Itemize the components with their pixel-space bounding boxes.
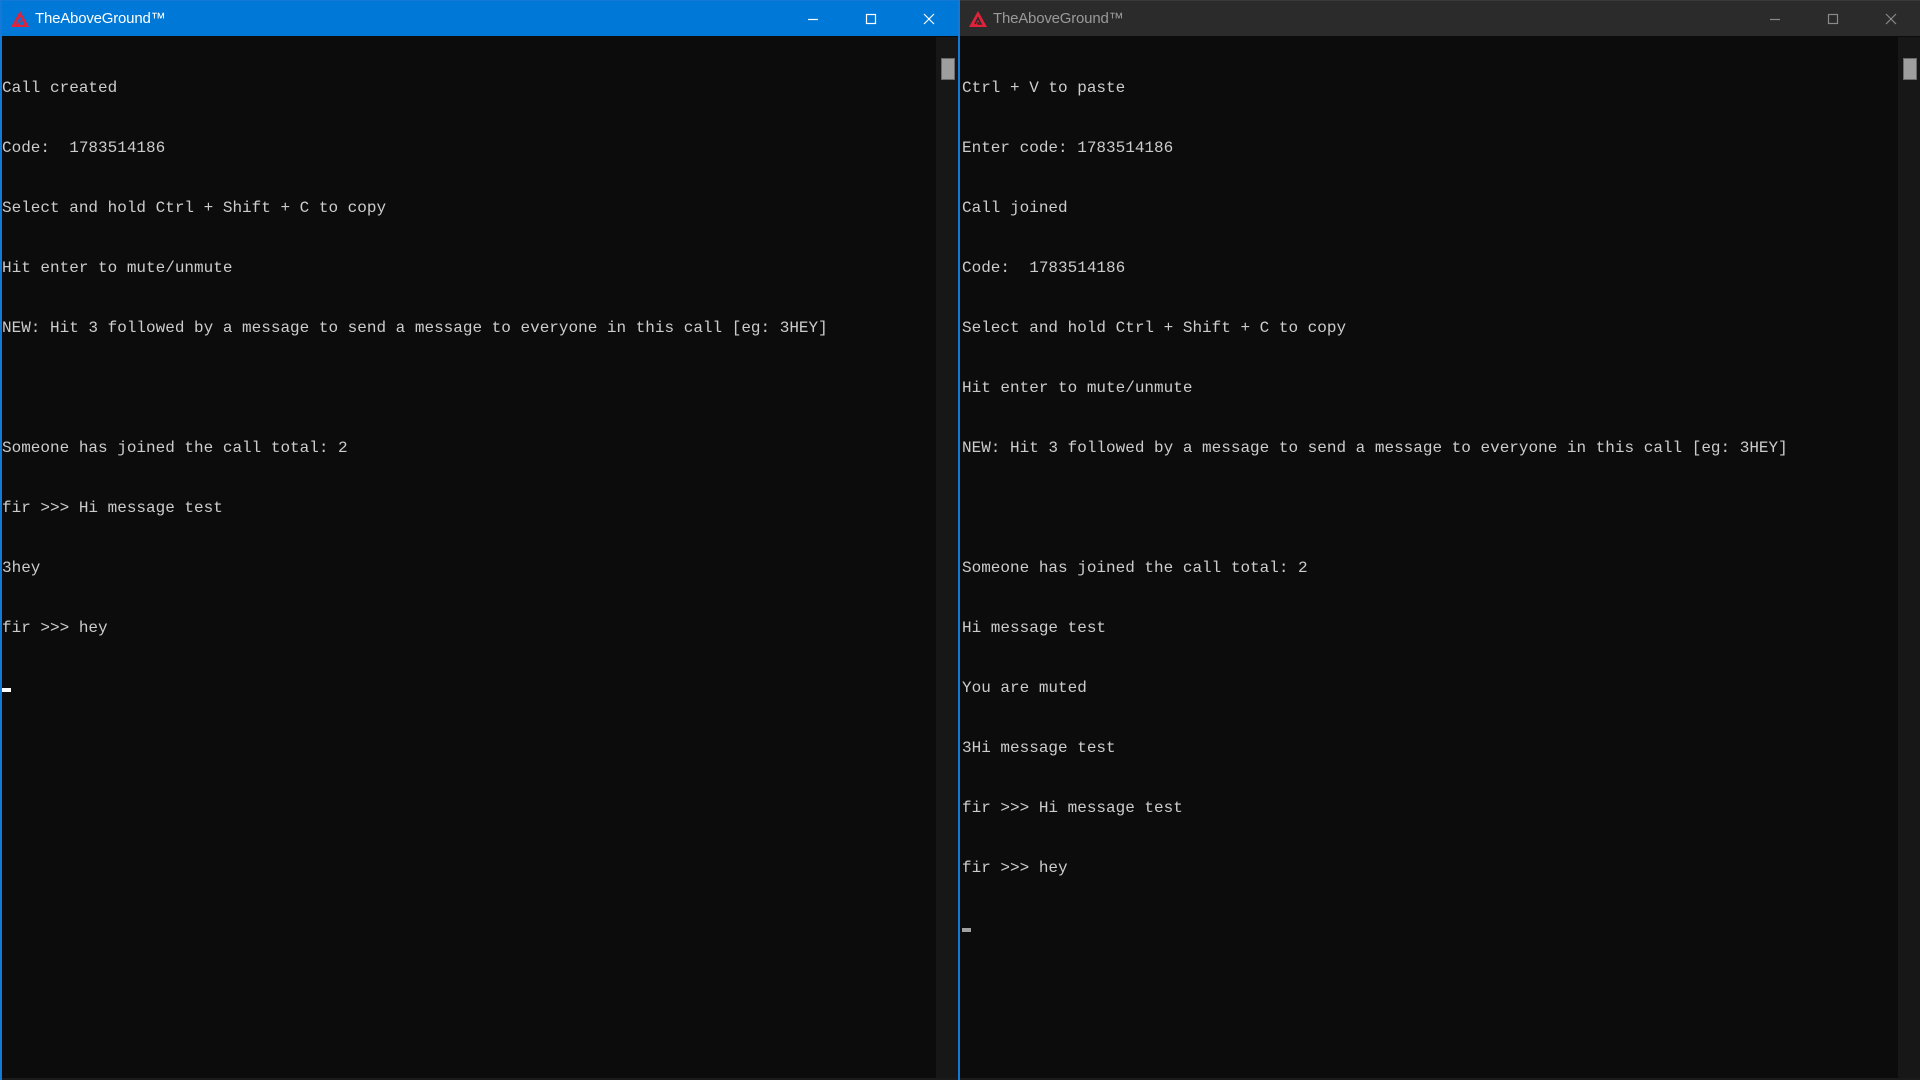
app-logo-icon	[11, 10, 29, 27]
console-line: Hi message test	[962, 619, 1107, 637]
close-button[interactable]	[1862, 1, 1920, 36]
console-window-left[interactable]: TheAboveGround™ Call created Code: 17835…	[0, 0, 960, 1080]
maximize-icon	[1827, 13, 1839, 24]
console-line: fir >>> Hi message test	[2, 499, 223, 517]
console-line: You are muted	[962, 679, 1087, 697]
minimize-button[interactable]	[1746, 1, 1804, 36]
vertical-scrollbar[interactable]	[936, 37, 958, 1080]
console-line: Code: 1783514186	[962, 259, 1126, 277]
console-line: fir >>> Hi message test	[962, 799, 1183, 817]
minimize-button[interactable]	[784, 1, 842, 36]
console-line: fir >>> hey	[962, 859, 1068, 877]
title-bar[interactable]: TheAboveGround™	[960, 1, 1920, 36]
console-input-line[interactable]	[962, 918, 1898, 938]
console-line: NEW: Hit 3 followed by a message to send…	[962, 439, 1788, 457]
maximize-icon	[865, 13, 877, 24]
scrollbar-thumb[interactable]	[1903, 58, 1917, 80]
window-title: TheAboveGround™	[993, 10, 1124, 27]
text-cursor	[962, 928, 971, 932]
window-title: TheAboveGround™	[35, 10, 166, 27]
close-button[interactable]	[900, 1, 958, 36]
title-bar[interactable]: TheAboveGround™	[2, 1, 958, 36]
console-line: Code: 1783514186	[2, 139, 166, 157]
console-line: NEW: Hit 3 followed by a message to send…	[2, 319, 828, 337]
console-input-line[interactable]	[2, 678, 936, 698]
maximize-button[interactable]	[1804, 1, 1862, 36]
minimize-icon	[1770, 18, 1780, 20]
scrollbar-thumb[interactable]	[941, 58, 955, 80]
console-output[interactable]: Call created Code: 1783514186 Select and…	[2, 37, 936, 1080]
text-cursor	[2, 688, 11, 692]
console-line: Enter code: 1783514186	[962, 139, 1174, 157]
app-logo-icon	[969, 10, 987, 27]
console-line: Hit enter to mute/unmute	[2, 259, 233, 277]
console-line: Call joined	[962, 199, 1068, 217]
console-line: Select and hold Ctrl + Shift + C to copy	[2, 199, 387, 217]
minimize-icon	[808, 18, 818, 20]
console-line: fir >>> hey	[2, 619, 108, 637]
vertical-scrollbar[interactable]	[1898, 37, 1920, 1080]
close-icon	[923, 13, 935, 24]
close-icon	[1885, 13, 1897, 24]
console-output[interactable]: Ctrl + V to paste Enter code: 1783514186…	[962, 37, 1898, 1080]
console-line: Select and hold Ctrl + Shift + C to copy	[962, 319, 1347, 337]
maximize-button[interactable]	[842, 1, 900, 36]
console-line: 3hey	[2, 559, 41, 577]
console-line: 3Hi message test	[962, 739, 1116, 757]
console-line: Call created	[2, 79, 118, 97]
console-line: Someone has joined the call total: 2	[2, 439, 348, 457]
console-line: Hit enter to mute/unmute	[962, 379, 1193, 397]
console-line: Ctrl + V to paste	[962, 79, 1126, 97]
console-line: Someone has joined the call total: 2	[962, 559, 1308, 577]
console-window-right[interactable]: TheAboveGround™ Ctrl + V to paste Enter …	[960, 0, 1920, 1080]
